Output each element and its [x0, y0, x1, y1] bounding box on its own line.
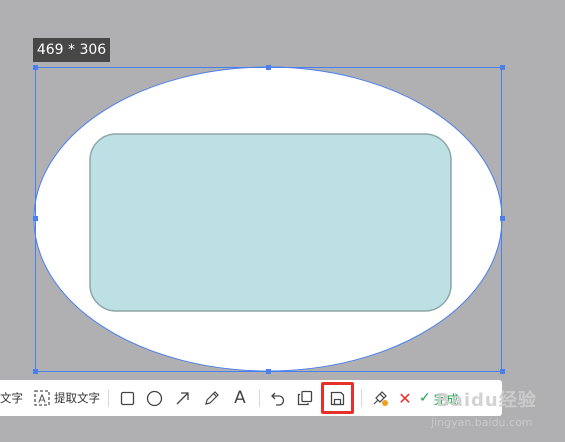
text-cut-button[interactable]: 文字 [0, 380, 26, 416]
undo-button[interactable] [265, 380, 291, 416]
pencil-icon [204, 390, 220, 406]
pin-button[interactable] [367, 380, 393, 416]
arrow-tool-button[interactable] [168, 380, 197, 416]
toolbar-divider [361, 389, 362, 407]
extract-text-label: 提取文字 [54, 391, 100, 405]
svg-text:A: A [38, 393, 46, 406]
watermark-url: jingyan.baidu.com [431, 416, 533, 429]
toolbar-divider [259, 389, 260, 407]
resize-handle-bottom-right[interactable] [500, 369, 505, 374]
selection-size-badge: 469 * 306 [33, 38, 110, 62]
close-icon: ✕ [398, 388, 412, 408]
check-icon: ✓ [419, 390, 431, 406]
rectangle-tool-button[interactable] [114, 380, 141, 416]
square-icon [120, 391, 135, 406]
pen-tool-button[interactable] [197, 380, 226, 416]
arrow-icon [175, 390, 191, 406]
screenshot-toolbar: 文字 A 提取文字 A ✕ ✓ 完成 [0, 380, 502, 416]
resize-handle-top-left[interactable] [33, 65, 38, 70]
extract-text-button[interactable]: A 提取文字 [34, 380, 100, 416]
text-a-icon: A [234, 388, 246, 408]
save-button[interactable] [319, 380, 356, 416]
ellipse-tool-button[interactable] [141, 380, 168, 416]
save-icon [330, 391, 345, 406]
resize-handle-bottom[interactable] [266, 369, 271, 374]
undo-icon [270, 390, 286, 406]
pin-icon [371, 389, 389, 407]
resize-handle-right[interactable] [500, 216, 505, 221]
resize-handle-bottom-left[interactable] [33, 369, 38, 374]
cancel-button[interactable]: ✕ [393, 380, 417, 416]
resize-handle-left[interactable] [33, 216, 38, 221]
text-tool-button[interactable]: A [226, 380, 254, 416]
copy-icon [297, 390, 313, 406]
resize-handle-top-right[interactable] [500, 65, 505, 70]
circle-icon [146, 390, 163, 407]
save-highlight-box [321, 382, 354, 414]
text-cut-label: 文字 [0, 391, 23, 405]
resize-handle-top[interactable] [266, 65, 271, 70]
selection-box[interactable] [35, 67, 502, 372]
copy-button[interactable] [291, 380, 319, 416]
watermark-logo: Baidu经验 [436, 390, 537, 411]
extract-text-icon: A [34, 390, 50, 406]
toolbar-divider [108, 389, 109, 407]
